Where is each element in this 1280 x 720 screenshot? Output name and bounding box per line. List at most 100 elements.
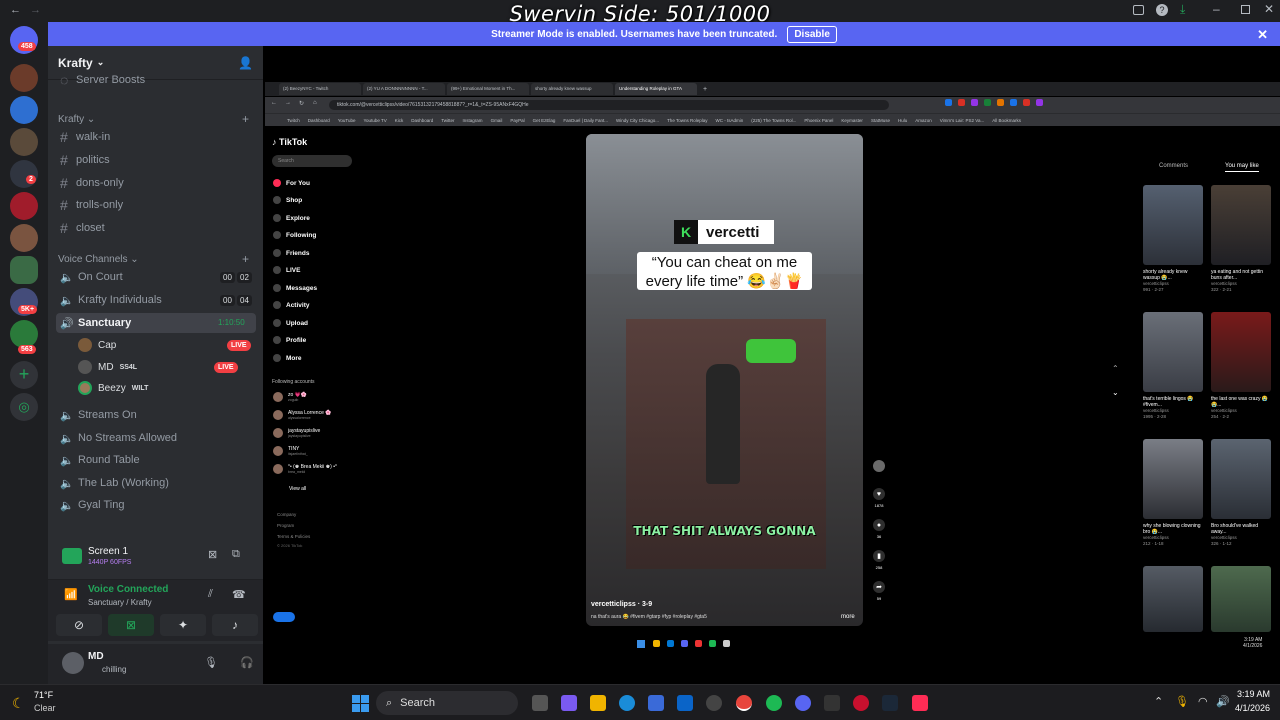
- following-account[interactable]: zo 💗🌸 zoguib: [273, 392, 307, 402]
- previous-video-icon[interactable]: ⌃: [1112, 364, 1119, 373]
- recommended-video-caption[interactable]: Bro should've walked away... vercetticlip…: [1211, 523, 1273, 547]
- user-avatar[interactable]: [62, 652, 84, 674]
- task-view-icon[interactable]: [532, 695, 548, 711]
- close-banner-icon[interactable]: ✕: [1257, 27, 1268, 43]
- like-button[interactable]: ♥ 1878: [871, 488, 887, 508]
- recommended-video-caption[interactable]: why she blowing clowning bro 😭... vercett…: [1143, 523, 1205, 547]
- browser-tab-active[interactable]: Understanding Roleplay in GTA: [615, 83, 697, 95]
- headphones-icon[interactable]: 🎧: [240, 656, 254, 669]
- xbox-icon[interactable]: [824, 695, 840, 711]
- server-icon[interactable]: [10, 128, 38, 156]
- server-icon[interactable]: [10, 192, 38, 220]
- clock-date[interactable]: 4/1/2026: [1222, 703, 1270, 713]
- extension-icon[interactable]: [997, 99, 1004, 106]
- tab-you-may-like[interactable]: You may like: [1225, 163, 1259, 172]
- popout-icon[interactable]: ⧉: [232, 548, 240, 561]
- weather-desc[interactable]: Clear: [34, 703, 56, 713]
- outlook-icon[interactable]: [677, 695, 693, 711]
- following-account[interactable]: jaystayupislive jaystayupislive: [273, 428, 320, 438]
- voice-channel[interactable]: 🔈 The Lab (Working): [56, 473, 256, 493]
- browser-tab[interactable]: shorty already knew wassup: [531, 83, 613, 95]
- server-krafty-icon[interactable]: [10, 256, 38, 284]
- stop-stream-icon[interactable]: ⊠: [208, 548, 217, 561]
- bookmark[interactable]: Gmail: [491, 118, 503, 123]
- voice-user[interactable]: Cap: [78, 335, 116, 355]
- bookmark[interactable]: WC - tsAdmin: [716, 118, 744, 123]
- nav-upload[interactable]: Upload: [273, 319, 308, 327]
- extension-icon[interactable]: [984, 99, 991, 106]
- forward-icon[interactable]: →: [285, 100, 291, 106]
- bookmark[interactable]: Windy City Chicago...: [616, 118, 659, 123]
- tab-comments[interactable]: Comments: [1159, 163, 1188, 169]
- text-channel[interactable]: # walk-in: [56, 127, 256, 147]
- create-channel-icon[interactable]: +: [242, 112, 249, 126]
- server-boosts-link[interactable]: ◌ Server Boosts: [56, 70, 256, 90]
- nav-for-you[interactable]: For You: [273, 179, 310, 187]
- soundboard-button[interactable]: ♪: [212, 614, 258, 636]
- recommended-video-caption[interactable]: the last one was crazy 😭😭... vercetticlip…: [1211, 396, 1273, 420]
- bookmark[interactable]: StatMuse: [871, 118, 890, 123]
- github-icon[interactable]: [706, 695, 722, 711]
- extension-icon[interactable]: [958, 99, 965, 106]
- nav-profile[interactable]: Profile: [273, 336, 306, 344]
- bookmark[interactable]: YouTube: [338, 118, 356, 123]
- extension-icon[interactable]: [945, 99, 952, 106]
- bookmark[interactable]: PayPal: [510, 118, 524, 123]
- nav-explore[interactable]: Explore: [273, 214, 310, 222]
- show-hidden-icons[interactable]: ⌃: [1154, 695, 1163, 708]
- category-text[interactable]: Krafty ⌄: [58, 114, 95, 125]
- disconnect-icon[interactable]: ☎: [232, 588, 246, 601]
- recommended-video-thumbnail[interactable]: [1211, 185, 1271, 265]
- spotify-icon[interactable]: [766, 695, 782, 711]
- nav-shop[interactable]: Shop: [273, 196, 302, 204]
- add-server-icon[interactable]: +: [10, 361, 38, 389]
- text-channel[interactable]: # trolls-only: [56, 195, 256, 215]
- recommended-video-thumbnail[interactable]: [1211, 312, 1271, 392]
- bookmark[interactable]: Youtube TV: [363, 118, 386, 123]
- recommended-video-caption[interactable]: that's terrible lingos 😭 #fivem... vercet…: [1143, 396, 1205, 420]
- bookmark[interactable]: Kick: [395, 118, 404, 123]
- tiktok-logo[interactable]: ♪ TikTok: [272, 137, 307, 147]
- discord-icon[interactable]: [795, 695, 811, 711]
- voice-user[interactable]: MD SS4L: [78, 357, 137, 377]
- extension-icon[interactable]: [971, 99, 978, 106]
- server-icon[interactable]: [10, 224, 38, 252]
- voice-channel[interactable]: 🔈 Streams On: [56, 405, 256, 425]
- disable-streamer-mode-button[interactable]: Disable: [787, 25, 837, 43]
- footer-link[interactable]: Terms & Policies: [277, 534, 310, 539]
- text-channel[interactable]: # politics: [56, 150, 256, 170]
- creator-avatar[interactable]: [871, 460, 887, 475]
- voice-status[interactable]: Voice Connected: [88, 584, 168, 595]
- comment-button[interactable]: ● 36: [871, 519, 887, 539]
- video-more-link[interactable]: more: [841, 614, 855, 620]
- recommended-video-thumbnail[interactable]: [1143, 312, 1203, 392]
- chrome-icon[interactable]: [736, 695, 752, 711]
- bookmark[interactable]: Instagram: [463, 118, 483, 123]
- camera-off-button[interactable]: ⊘: [56, 614, 102, 636]
- recommended-video-thumbnail[interactable]: [1211, 566, 1271, 632]
- nav-friends[interactable]: Friends: [273, 249, 309, 257]
- extension-icon[interactable]: [1023, 99, 1030, 106]
- server-icon[interactable]: [10, 96, 38, 124]
- server-icon[interactable]: [10, 160, 38, 188]
- store-icon[interactable]: [648, 695, 664, 711]
- footer-link[interactable]: Program: [277, 523, 294, 528]
- text-channel[interactable]: # dons-only: [56, 173, 256, 193]
- weather-moon-icon[interactable]: ☾: [12, 695, 25, 712]
- bookmark[interactable]: Twitch: [287, 118, 300, 123]
- bookmark[interactable]: Twitter: [441, 118, 454, 123]
- clock-time[interactable]: 3:19 AM: [1230, 689, 1270, 699]
- file-explorer-icon[interactable]: [590, 695, 606, 711]
- nav-messages[interactable]: Messages: [273, 284, 317, 292]
- recommended-video-thumbnail[interactable]: [1143, 439, 1203, 519]
- next-video-icon[interactable]: ⌄: [1112, 388, 1119, 397]
- tiktok-video-player[interactable]: Kvercetti “You can cheat on me every lif…: [586, 134, 863, 626]
- voice-location[interactable]: Sanctuary / Krafty: [88, 598, 152, 607]
- nav-activity[interactable]: Activity: [273, 301, 309, 309]
- footer-link[interactable]: Company: [277, 512, 296, 517]
- browser-tab[interactable]: (2) YU A DONNNNNNNN - T...: [363, 83, 445, 95]
- new-tab-icon[interactable]: +: [703, 86, 707, 93]
- tiktok-icon[interactable]: [912, 695, 928, 711]
- bookmark[interactable]: Dashboard: [308, 118, 330, 123]
- bookmark[interactable]: Hulu: [898, 118, 907, 123]
